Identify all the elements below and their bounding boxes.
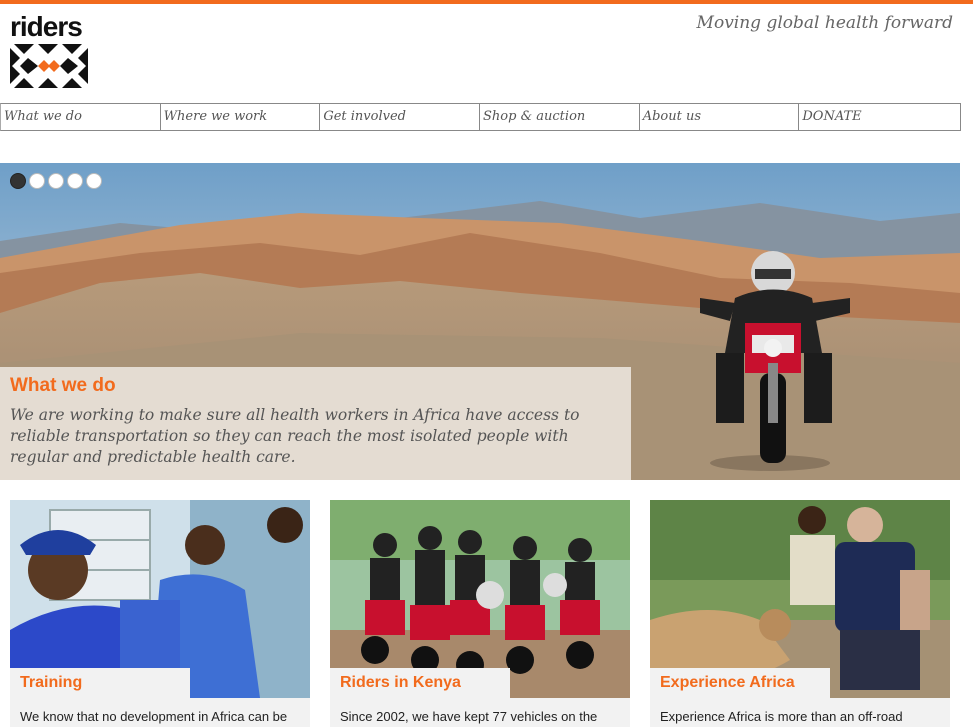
hero-slider[interactable]: What we do We are working to make sure a… <box>0 163 960 480</box>
slide-dot-4[interactable] <box>67 173 83 189</box>
nav-where-we-work[interactable]: Where we work <box>161 104 321 130</box>
nav-get-involved[interactable]: Get involved <box>320 104 481 130</box>
slide-dot-3[interactable] <box>48 173 64 189</box>
card-experience-africa-title[interactable]: Experience Africa <box>650 668 830 698</box>
card-experience-africa-text: Experience Africa is more than an off-ro… <box>660 709 903 724</box>
slide-dot-2[interactable] <box>29 173 45 189</box>
slide-dot-1[interactable] <box>10 173 26 189</box>
nav-donate[interactable]: DONATE <box>799 104 960 130</box>
card-experience-africa[interactable]: Experience Africa Experience Africa is m… <box>650 500 950 727</box>
card-training-title[interactable]: Training <box>10 668 190 698</box>
nav-what-we-do[interactable]: What we do <box>1 104 161 130</box>
main-navigation: What we do Where we work Get involved Sh… <box>0 103 961 131</box>
logo-pattern-icon <box>10 44 88 88</box>
slide-dot-5[interactable] <box>86 173 102 189</box>
slide-indicator <box>10 173 102 189</box>
nav-shop-auction[interactable]: Shop & auction <box>480 104 640 130</box>
card-training-text: We know that no development in Africa ca… <box>20 709 288 724</box>
site-logo[interactable]: riders <box>10 12 90 88</box>
hero-title[interactable]: What we do <box>10 375 621 397</box>
card-training[interactable]: Training We know that no development in … <box>10 500 310 727</box>
site-tagline: Moving global health forward <box>696 13 953 33</box>
hero-description: We are working to make sure all health w… <box>10 406 580 466</box>
nav-about-us[interactable]: About us <box>640 104 800 130</box>
card-riders-in-kenya[interactable]: Riders in Kenya Since 2002, we have kept… <box>330 500 630 727</box>
top-accent-bar <box>0 0 973 4</box>
hero-caption: What we do We are working to make sure a… <box>0 367 631 480</box>
card-riders-in-kenya-text: Since 2002, we have kept 77 vehicles on … <box>340 709 598 724</box>
logo-wordmark: riders <box>10 11 83 42</box>
card-riders-in-kenya-title[interactable]: Riders in Kenya <box>330 668 510 698</box>
